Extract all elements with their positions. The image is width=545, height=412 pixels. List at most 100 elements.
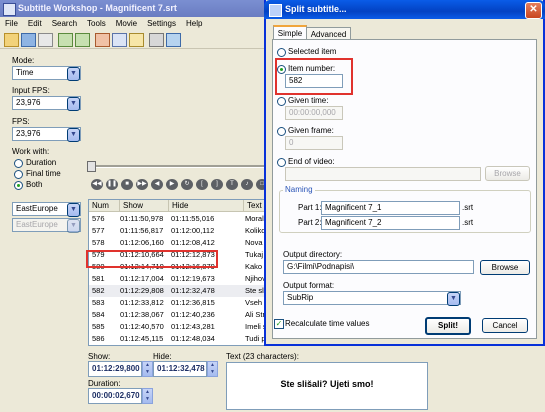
table-row[interactable]: 584 01:12:38,067 01:12:40,236 Ali Stra <box>89 309 273 321</box>
charset-combo-1[interactable]: EastEurope ▼ <box>12 202 81 217</box>
row-num: 581 <box>92 274 105 283</box>
hide-field[interactable]: 01:12:32,478 <box>153 361 207 377</box>
end-of-video-radio[interactable] <box>277 158 286 167</box>
pause-icon[interactable]: ❚❚ <box>106 179 118 190</box>
mode-label: Mode: <box>12 56 35 65</box>
output-format-combo[interactable]: SubRip ▼ <box>283 291 461 306</box>
part2-field[interactable]: Magnificent 7_2 <box>321 216 460 230</box>
mode-combo[interactable]: Time ▼ <box>12 66 81 81</box>
col-hide[interactable]: Hide <box>169 200 244 211</box>
table-row[interactable]: 585 01:12:40,570 01:12:43,281 Imeli s <box>89 321 273 333</box>
cancel-button[interactable]: Cancel <box>482 318 528 333</box>
duration-field[interactable]: 00:00:02,670 <box>88 388 142 404</box>
both-radio[interactable] <box>14 181 23 190</box>
volume-icon[interactable]: ♪ <box>241 179 253 190</box>
row-show: 01:12:29,808 <box>120 286 164 295</box>
search-icon[interactable] <box>149 33 164 47</box>
mark-end-icon[interactable]: ] <box>211 179 223 190</box>
rewind-icon[interactable]: ◀◀ <box>91 179 103 190</box>
given-time-field: 00:00:00,000 <box>285 106 343 120</box>
table-row[interactable]: 577 01:11:56,817 01:12:00,112 Koliko <box>89 225 273 237</box>
mark-start-icon[interactable]: [ <box>196 179 208 190</box>
row-show: 01:12:45,115 <box>120 334 164 343</box>
table-row[interactable]: 581 01:12:17,004 01:12:19,673 Njihov <box>89 273 273 285</box>
duration-spinner[interactable]: ▲ ▼ <box>142 388 153 404</box>
cut-icon[interactable] <box>95 33 110 47</box>
undo-icon[interactable] <box>58 33 73 47</box>
end-of-video-field <box>285 167 481 181</box>
recalculate-label: Recalculate time values <box>285 319 370 328</box>
row-text: Vseh <box>245 298 263 307</box>
show-label: Show: <box>88 352 111 361</box>
menu-settings[interactable]: Settings <box>147 19 176 28</box>
row-hide: 01:12:36,815 <box>171 298 215 307</box>
row-text: Ste sli <box>245 286 266 295</box>
close-icon[interactable]: ✕ <box>525 2 542 19</box>
col-show[interactable]: Show <box>120 200 169 211</box>
loop-icon[interactable]: ↻ <box>181 179 193 190</box>
seek-track[interactable] <box>88 165 273 168</box>
row-hide: 01:12:40,236 <box>171 310 215 319</box>
fps-label: FPS: <box>12 117 30 126</box>
table-row[interactable]: 586 01:12:45,115 01:12:48,034 Tudi p <box>89 333 273 345</box>
seek-thumb[interactable] <box>87 161 96 172</box>
hide-spinner[interactable]: ▲ ▼ <box>207 361 218 377</box>
row-num: 583 <box>92 298 105 307</box>
table-header: Num Show Hide Text <box>89 200 273 212</box>
work-with-label: Work with: <box>12 147 50 156</box>
table-row[interactable]: 578 01:12:06,160 01:12:08,412 Nova <box>89 237 273 249</box>
copy-icon[interactable] <box>112 33 127 47</box>
paste-icon[interactable] <box>129 33 144 47</box>
subtitle-icon[interactable]: T <box>226 179 238 190</box>
part2-ext: .srt <box>462 218 474 227</box>
row-hide: 01:11:55,016 <box>171 214 215 223</box>
menu-file[interactable]: File <box>5 19 18 28</box>
dialog-title: Split subtitle... <box>285 4 347 14</box>
forward-icon[interactable]: ▶▶ <box>136 179 148 190</box>
subtitle-table[interactable]: Num Show Hide Text 576 01:11:50,978 01:11:… <box>88 199 274 346</box>
given-time-radio[interactable] <box>277 97 286 106</box>
next-frame-icon[interactable]: ▶ <box>166 179 178 190</box>
video-icon[interactable] <box>166 33 181 47</box>
row-num: 584 <box>92 310 105 319</box>
menu-edit[interactable]: Edit <box>28 19 42 28</box>
row-num: 585 <box>92 322 105 331</box>
part1-field[interactable]: Magnificent 7_1 <box>321 201 460 215</box>
save-icon[interactable] <box>21 33 36 47</box>
naming-group-label: Naming <box>283 185 315 194</box>
duration-radio[interactable] <box>14 159 23 168</box>
show-field[interactable]: 01:12:29,800 <box>88 361 142 377</box>
menu-movie[interactable]: Movie <box>116 19 137 28</box>
table-row[interactable]: 576 01:11:50,978 01:11:55,016 Moral <box>89 213 273 225</box>
output-dir-field[interactable]: G:\Filmi\Podnapisi\ <box>283 260 474 274</box>
menu-search[interactable]: Search <box>52 19 77 28</box>
fps-combo[interactable]: 23,976 ▼ <box>12 127 81 142</box>
show-spinner[interactable]: ▲ ▼ <box>142 361 153 377</box>
recalculate-checkbox[interactable]: ✓ <box>274 319 284 329</box>
selected-item-radio[interactable] <box>277 48 286 57</box>
open-icon[interactable] <box>4 33 19 47</box>
new-icon[interactable] <box>38 33 53 47</box>
row-num: 578 <box>92 238 105 247</box>
final-time-radio-label: Final time <box>26 169 61 178</box>
browse-dir-button[interactable]: Browse <box>480 260 530 275</box>
input-fps-combo[interactable]: 23,976 ▼ <box>12 96 81 111</box>
menu-tools[interactable]: Tools <box>87 19 106 28</box>
row-show: 01:12:40,570 <box>120 322 164 331</box>
final-time-radio[interactable] <box>14 170 23 179</box>
given-frame-radio[interactable] <box>277 127 286 136</box>
redo-icon[interactable] <box>75 33 90 47</box>
table-row[interactable]: 582 01:12:29,808 01:12:32,478 Ste sli <box>89 285 273 297</box>
stop-icon[interactable]: ■ <box>121 179 133 190</box>
both-radio-label: Both <box>26 180 43 189</box>
col-num[interactable]: Num <box>89 200 120 211</box>
row-text: Koliko <box>245 226 266 235</box>
subtitle-text-box[interactable]: Ste slišali? Ujeti smo! <box>226 362 428 410</box>
row-text: Moral <box>245 214 264 223</box>
row-hide: 01:12:00,112 <box>171 226 215 235</box>
split-button[interactable]: Split! <box>425 317 471 335</box>
menu-help[interactable]: Help <box>186 19 202 28</box>
given-frame-label: Given frame: <box>288 126 334 135</box>
back-frame-icon[interactable]: ◀ <box>151 179 163 190</box>
table-row[interactable]: 583 01:12:33,812 01:12:36,815 Vseh <box>89 297 273 309</box>
